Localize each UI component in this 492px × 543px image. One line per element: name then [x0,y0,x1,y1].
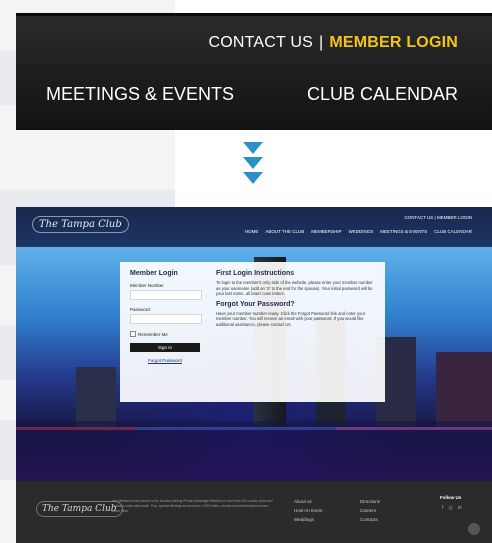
building [436,352,492,427]
arrow-down-icon [243,142,263,154]
footer-link-directions[interactable]: Directions [360,497,380,506]
login-title: Member Login [130,270,178,277]
site-top-links: CONTACT US | MEMBER LOGIN [404,215,472,220]
footer-link-host-event[interactable]: Host An Event [294,506,323,515]
zoomed-nav: MEETINGS & EVENTS CLUB CALENDAR [46,84,458,105]
member-number-label: Member Number [130,283,164,288]
down-arrows [243,142,263,187]
zoomed-header: CONTACT US | MEMBER LOGIN MEETINGS & EVENT… [16,13,492,130]
zoomed-member-login-link[interactable]: MEMBER LOGIN [329,34,458,51]
water-reflection [16,421,492,481]
website-screenshot: The Tampa Club CONTACT US | MEMBER LOGIN… [16,207,492,543]
footer-description: Our Members have access to the industry-… [112,499,273,513]
site-logo[interactable]: The Tampa Club [32,216,129,233]
site-top-separator: | [434,215,436,220]
zoomed-contact-link[interactable]: CONTACT US [208,34,313,51]
footer-link-weddings[interactable]: Weddings [294,515,323,524]
remember-me[interactable]: Remember Me [130,331,202,337]
zoomed-nav-club-calendar[interactable]: CLUB CALENDAR [307,84,458,105]
facebook-icon[interactable]: f [442,505,443,511]
footer-links-col2: Directions Careers Contacts [360,497,380,524]
site-main-nav: HOME ABOUT THE CLUB MEMBERSHIP WEDDINGS … [245,229,472,234]
instagram-icon[interactable]: ◎ [448,505,452,511]
site-member-login-link[interactable]: MEMBER LOGIN [437,215,472,220]
login-form: Member Login Member Number Password Reme… [130,270,202,363]
nav-home[interactable]: HOME [245,229,259,234]
zoomed-separator: | [319,34,324,51]
footer-links-col1: About us Host An Event Weddings [294,497,323,524]
nav-weddings[interactable]: WEDDINGS [348,229,373,234]
footer-link-contacts[interactable]: Contacts [360,515,380,524]
member-number-input[interactable] [130,290,202,300]
zoomed-nav-meetings-events[interactable]: MEETINGS & EVENTS [46,84,234,105]
arrow-down-icon [243,157,263,169]
linkedin-icon[interactable]: in [458,505,462,511]
forgot-title: Forgot Your Password? [216,300,295,308]
follow-us-label: Follow Us [440,495,462,500]
first-login-text: To login to the member's only side of th… [216,280,373,296]
footer-link-careers[interactable]: Careers [360,506,380,515]
password-label: Password [130,307,150,312]
social-icons: f ◎ in [442,505,462,511]
site-footer: The Tampa Club Our Members have access t… [16,481,492,543]
forgot-text: Have your member number ready. Click the… [216,310,366,327]
zoomed-top-links: CONTACT US | MEMBER LOGIN [208,34,458,52]
login-instructions: First Login Instructions To login to the… [216,270,376,331]
site-contact-link[interactable]: CONTACT US [404,215,433,220]
building [76,367,116,427]
password-input[interactable] [130,314,202,324]
login-panel: Member Login Member Number Password Reme… [120,262,385,402]
footer-link-about[interactable]: About us [294,497,323,506]
site-header: The Tampa Club CONTACT US | MEMBER LOGIN… [16,207,492,247]
chat-bubble-icon[interactable] [468,523,480,535]
nav-club-calendar[interactable]: CLUB CALENDAR [434,229,472,234]
arrow-down-icon [243,172,263,184]
first-login-title: First Login Instructions [216,270,295,277]
remember-checkbox[interactable] [130,331,136,337]
footer-logo[interactable]: The Tampa Club [36,501,123,517]
nav-meetings-events[interactable]: MEETINGS & EVENTS [380,229,427,234]
sign-in-button[interactable]: Sign In [130,343,200,352]
forgot-password-link[interactable]: Forgot Password [130,358,200,363]
remember-label: Remember Me [138,331,168,337]
nav-about[interactable]: ABOUT THE CLUB [265,229,304,234]
nav-membership[interactable]: MEMBERSHIP [311,229,341,234]
